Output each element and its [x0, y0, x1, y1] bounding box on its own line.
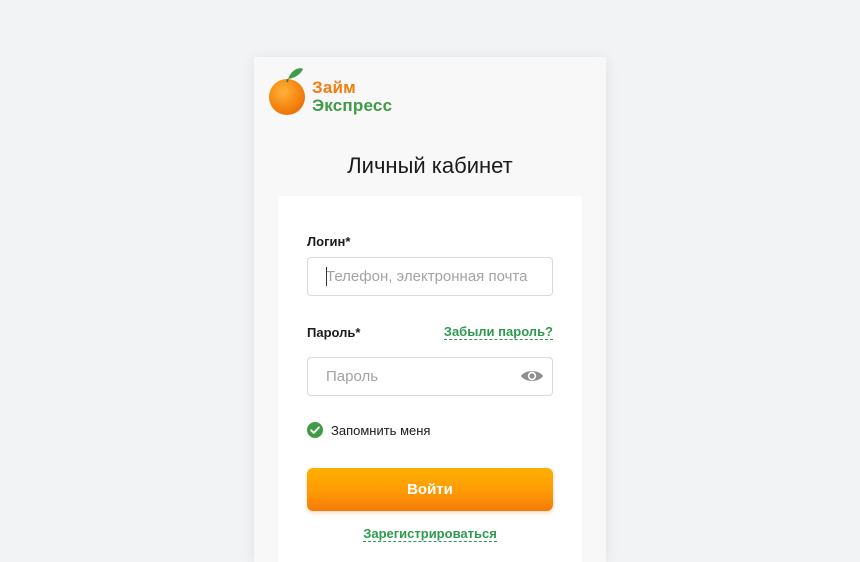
brand-name-line2: Экспресс [312, 96, 393, 115]
password-input[interactable] [308, 358, 552, 395]
forgot-password-link[interactable]: Забыли пароль? [443, 325, 553, 340]
check-circle-icon [307, 422, 323, 438]
register-link-wrapper: Зарегистрироваться [278, 526, 582, 542]
remember-me-label: Запомнить меня [331, 423, 431, 438]
orange-fruit-icon [269, 68, 305, 115]
register-link[interactable]: Зарегистрироваться [363, 526, 497, 542]
password-label: Пароль* [307, 325, 361, 340]
login-input[interactable] [308, 258, 552, 295]
page-title: Личный кабинет [347, 153, 513, 178]
login-button[interactable]: Войти [307, 468, 553, 511]
text-caret [326, 267, 327, 286]
login-field-wrapper [307, 257, 553, 296]
password-field-wrapper [307, 357, 553, 396]
eye-icon[interactable] [520, 368, 544, 384]
login-label: Логин* [307, 234, 351, 249]
brand-name: Займ Экспресс [312, 79, 392, 114]
login-form-card: Логин* Пароль* Забыли пароль? Запомнить … [278, 196, 582, 562]
brand-logo[interactable]: Займ Экспресс [268, 65, 428, 117]
brand-name-line1: Займ [312, 78, 356, 97]
login-panel: Займ Экспресс Личный кабинет Логин* Паро… [254, 57, 606, 562]
